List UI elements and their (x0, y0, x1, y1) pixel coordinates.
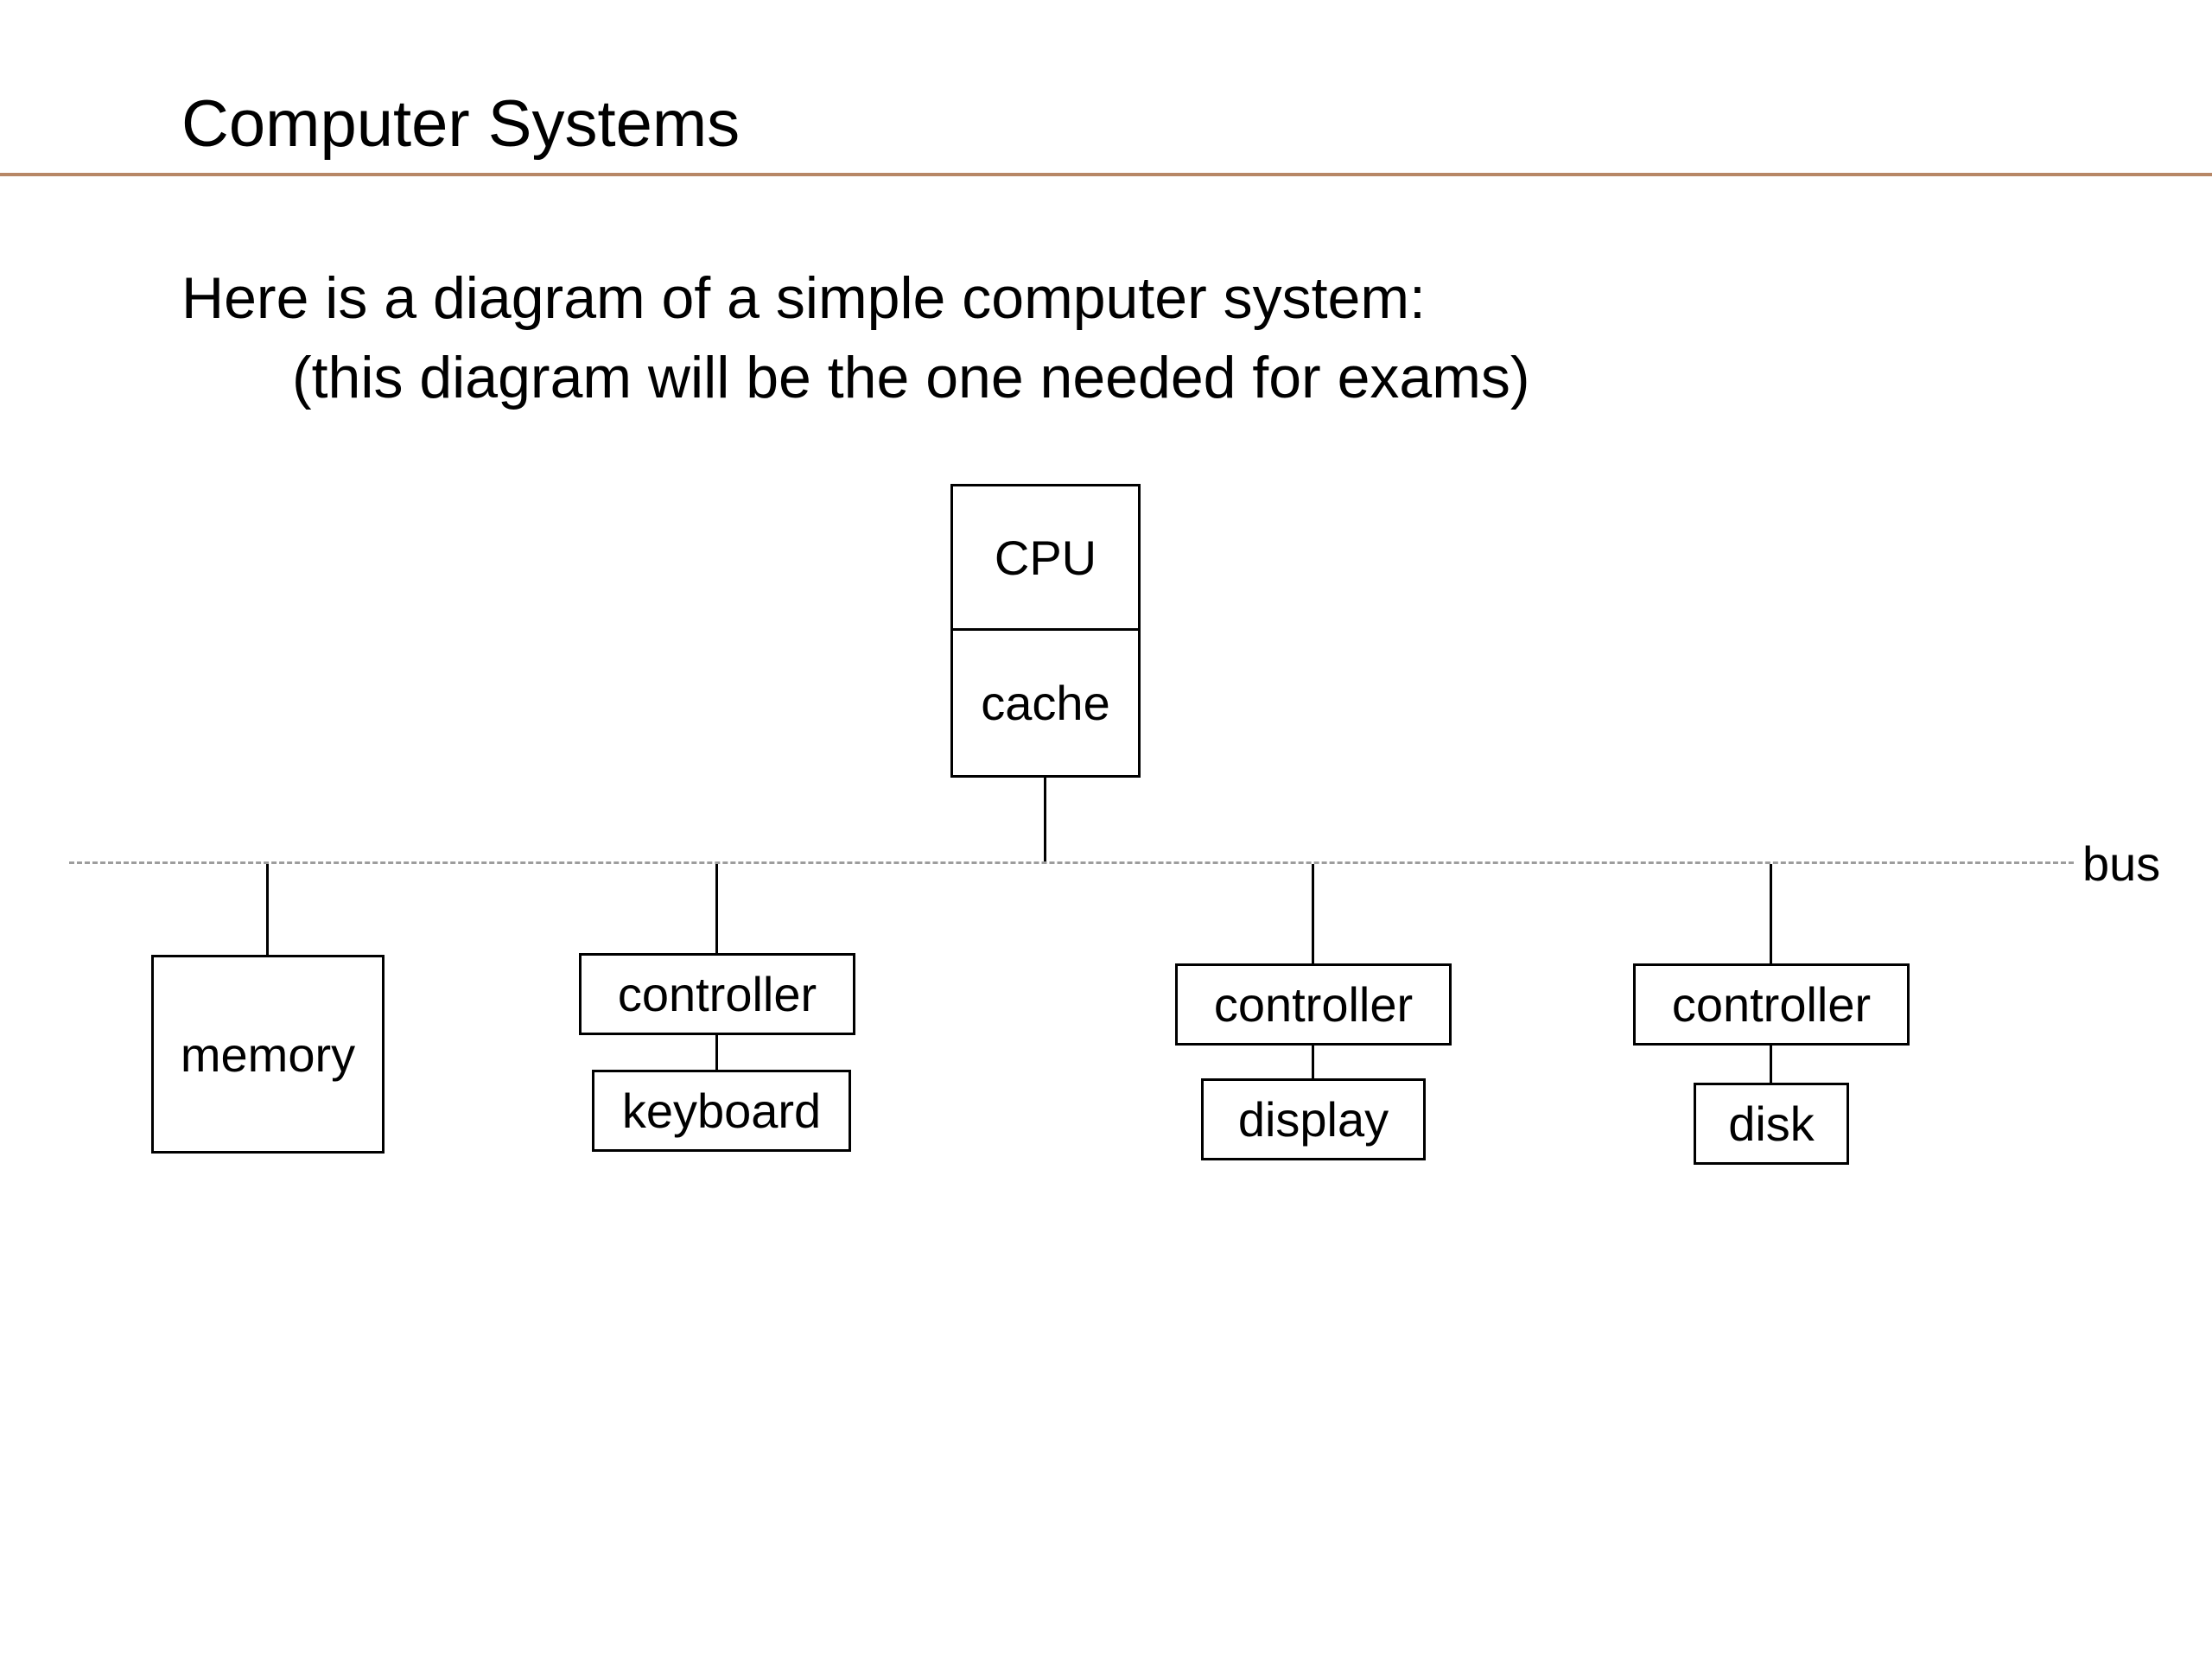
bus-label: bus (2082, 836, 2160, 892)
display-box: display (1201, 1078, 1426, 1160)
connector-controller-display (1312, 1046, 1314, 1078)
keyboard-controller-label: controller (618, 966, 817, 1022)
cache-label: cache (981, 675, 1109, 731)
cpu-box: CPU (950, 484, 1141, 631)
title-rule (0, 173, 2212, 176)
disk-label: disk (1728, 1096, 1815, 1152)
cpu-label: CPU (995, 530, 1096, 586)
connector-cache-bus (1044, 778, 1046, 861)
display-label: display (1238, 1091, 1389, 1147)
page-title: Computer Systems (181, 86, 2212, 162)
intro-text: Here is a diagram of a simple computer s… (181, 259, 1530, 418)
memory-box: memory (151, 955, 385, 1154)
keyboard-label: keyboard (622, 1083, 821, 1139)
memory-label: memory (181, 1027, 355, 1083)
connector-bus-memory (266, 864, 269, 955)
title-section: Computer Systems (0, 0, 2212, 162)
display-controller-box: controller (1175, 963, 1452, 1046)
connector-controller-disk (1770, 1046, 1772, 1083)
bus-line (69, 861, 2074, 864)
connector-bus-display-controller (1312, 864, 1314, 963)
system-diagram: CPU cache bus memory controller keyboard… (69, 484, 2143, 1262)
intro-line-1: Here is a diagram of a simple computer s… (181, 259, 1530, 339)
connector-bus-disk-controller (1770, 864, 1772, 963)
connector-controller-keyboard (715, 1035, 718, 1070)
intro-line-2: (this diagram will be the one needed for… (292, 339, 1530, 418)
disk-box: disk (1694, 1083, 1849, 1165)
keyboard-controller-box: controller (579, 953, 855, 1035)
keyboard-box: keyboard (592, 1070, 851, 1152)
cache-box: cache (950, 631, 1141, 778)
disk-controller-box: controller (1633, 963, 1910, 1046)
disk-controller-label: controller (1672, 976, 1871, 1033)
connector-bus-keyboard-controller (715, 864, 718, 953)
display-controller-label: controller (1214, 976, 1413, 1033)
